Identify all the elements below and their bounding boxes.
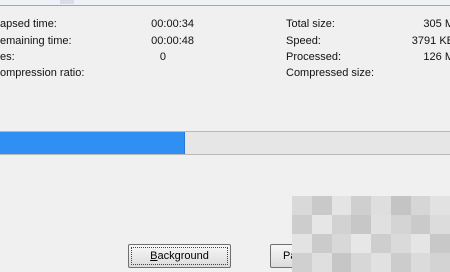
pixel-cell [292, 234, 312, 253]
pixel-cell [292, 253, 312, 272]
processed-label: Processed: [286, 51, 342, 63]
pixel-cell [390, 253, 411, 272]
pixel-cell [410, 234, 431, 253]
pixel-cell [311, 196, 332, 215]
pixel-cell [390, 234, 411, 253]
pixel-cell [351, 215, 371, 234]
pixel-cell [390, 215, 411, 234]
pixelated-overlay [292, 196, 450, 272]
pixel-cell [351, 196, 371, 215]
pixel-cell [292, 215, 312, 234]
remaining-time-value: 00:00:48 [151, 35, 194, 47]
pixel-cell [430, 196, 450, 215]
window-top-edge [0, 0, 450, 6]
pixel-cell [331, 234, 352, 253]
pixel-cell [430, 234, 450, 253]
speed-value: 3791 KB [411, 35, 450, 47]
progress-bar-fill [0, 132, 185, 154]
compressed-size-value [380, 66, 450, 80]
pixel-cell [331, 215, 352, 234]
compression-ratio-value [90, 66, 166, 80]
pixel-cell [311, 215, 332, 234]
pixel-cell [351, 234, 371, 253]
pixel-cell [292, 196, 312, 215]
background-button[interactable]: Background [128, 244, 231, 268]
speed-label: Speed: [286, 35, 321, 47]
progress-bar [0, 131, 450, 155]
pixel-cell [331, 253, 352, 272]
compression-ratio-label: ompression ratio: [0, 67, 85, 79]
pixel-cell [311, 234, 332, 253]
files-value: 0 [159, 51, 166, 63]
remaining-time-label: emaining time: [0, 35, 72, 47]
pixel-cell [331, 196, 352, 215]
pixel-cell [371, 215, 391, 234]
pixel-cell [410, 196, 431, 215]
total-size-value: 305 M [423, 18, 450, 30]
pixel-cell [371, 234, 391, 253]
processed-value: 126 M [423, 51, 450, 63]
pixel-cell [430, 253, 450, 272]
background-button-label: ackground [157, 250, 209, 262]
compressed-size-label: Compressed size: [286, 67, 375, 79]
pixel-cell [371, 196, 391, 215]
elapsed-time-label: apsed time: [0, 18, 57, 30]
pixel-cell [410, 215, 431, 234]
pixel-cell [410, 253, 431, 272]
pixel-cell [390, 196, 411, 215]
background-button-focus: Background [131, 247, 228, 265]
pixel-cell [351, 253, 371, 272]
pixel-cell [371, 253, 391, 272]
pixel-cell [430, 215, 450, 234]
total-size-label: Total size: [286, 18, 335, 30]
background-button-mnemonic: B [150, 250, 158, 262]
tab-notch [60, 0, 74, 4]
files-label: es: [0, 51, 15, 63]
elapsed-time-value: 00:00:34 [151, 18, 194, 30]
pixel-cell [311, 253, 332, 272]
